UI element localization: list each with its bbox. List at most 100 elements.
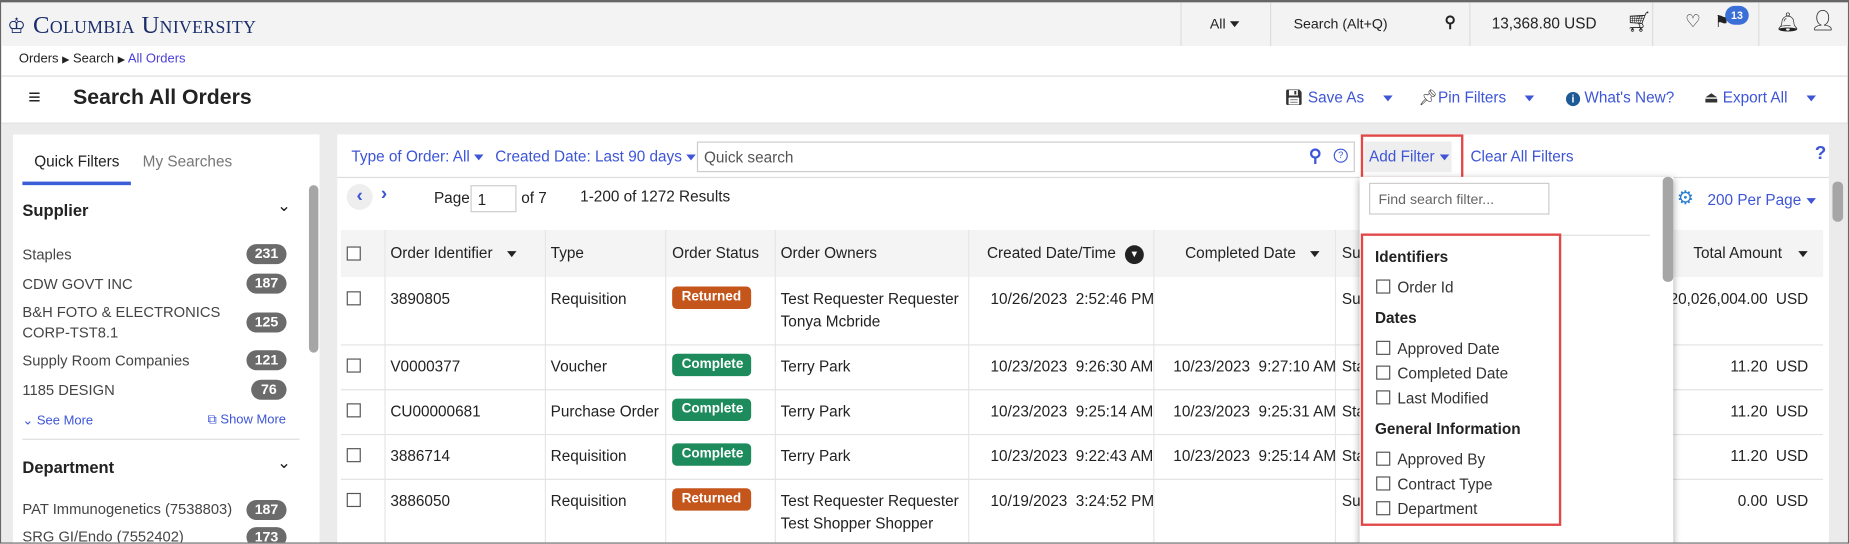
row-checkbox[interactable]	[346, 492, 361, 508]
select-all-checkbox[interactable]	[346, 246, 361, 261]
total-amount: 11.20	[1730, 357, 1768, 375]
row-checkbox[interactable]	[346, 448, 361, 463]
column-total-amount[interactable]: Total Amount	[1693, 230, 1808, 277]
order-owner: Terry Park	[780, 446, 851, 465]
currency: USD	[1775, 446, 1809, 465]
sidebar-item-department[interactable]: SRG GI/Endo (7552402) 173	[22, 527, 287, 543]
column-divider	[774, 229, 776, 543]
tab-my-searches[interactable]: My Searches	[143, 152, 232, 170]
order-identifier-link[interactable]: V0000377	[390, 357, 460, 375]
page-label: Page	[433, 188, 470, 207]
search-icon[interactable]: ⚲	[1445, 13, 1456, 32]
completed-date: 10/23/2023 9:25:31 AM	[1173, 402, 1337, 420]
breadcrumb-all-orders: All Orders	[127, 51, 186, 67]
status-badge: Returned	[672, 286, 752, 309]
status-badge: Returned	[672, 488, 752, 511]
whats-new-link[interactable]: i What's New?	[1565, 88, 1674, 107]
show-more-link[interactable]: ⧉ Show More	[208, 413, 286, 428]
completed-date: 10/23/2023 9:27:10 AM	[1173, 357, 1337, 375]
order-owner: Test Requester Requester	[780, 491, 959, 510]
count-badge: 173	[246, 527, 287, 543]
order-owner: Terry Park	[780, 402, 851, 420]
gear-icon[interactable]: ⚙	[1677, 186, 1694, 210]
column-order-identifier[interactable]: Order Identifier	[390, 230, 517, 277]
breadcrumb-orders[interactable]: Orders	[19, 52, 59, 66]
sidebar-item-supplier[interactable]: B&H FOTO & ELECTRONICS CORP-TST8.1 125	[22, 303, 287, 343]
order-identifier-link[interactable]: 3886714	[390, 447, 450, 465]
currency: USD	[1775, 491, 1809, 510]
type-of-order-filter[interactable]: Type of Order: All	[351, 147, 484, 165]
cart-icon[interactable]: 🛒︎	[1626, 11, 1651, 35]
column-created-date[interactable]: Created Date/Time ▼	[987, 230, 1144, 277]
supplier-name: Su	[1341, 290, 1361, 308]
column-completed-date[interactable]: Completed Date	[1185, 230, 1320, 277]
status-badge: Complete	[672, 353, 752, 377]
order-identifier-link[interactable]: 3890805	[390, 290, 450, 308]
search-scope-dropdown[interactable]: All	[1210, 15, 1240, 32]
department-collapse-chevron-icon[interactable]: ⌄	[277, 453, 291, 473]
sidebar-item-supplier[interactable]: 1185 DESIGN 76	[22, 379, 287, 401]
order-type: Requisition	[550, 290, 627, 308]
sidebar-item-supplier[interactable]: Staples 231	[22, 244, 287, 265]
crown-icon: ♔	[7, 14, 27, 38]
bell-icon[interactable]: 🔔︎	[1776, 11, 1800, 35]
user-icon[interactable]: 👤︎	[1810, 9, 1835, 33]
info-icon: i	[1565, 91, 1581, 107]
sidebar-item-label: CDW GOVT INC	[22, 275, 133, 293]
created-date-filter[interactable]: Created Date: Last 90 days	[495, 147, 697, 165]
quick-filters-panel: Quick Filters My Searches Supplier ⌄ Sta…	[12, 134, 320, 543]
dropdown-scrollbar[interactable]	[1662, 176, 1674, 282]
column-order-status[interactable]: Order Status	[672, 230, 759, 277]
next-page-button[interactable]: ›	[381, 184, 387, 205]
help-circle-icon[interactable]: ?	[1333, 148, 1348, 163]
order-identifier-link[interactable]: 3886050	[390, 492, 450, 510]
columbia-logo[interactable]: ♔ Columbia University	[7, 11, 256, 40]
sort-desc-icon: ▼	[1124, 244, 1144, 264]
help-icon[interactable]: ?	[1815, 144, 1827, 165]
see-more-link[interactable]: ⌄ See More	[22, 413, 93, 428]
sidebar-item-label: B&H FOTO & ELECTRONICS CORP-TST8.1	[22, 304, 221, 341]
sidebar-item-supplier[interactable]: CDW GOVT INC 187	[22, 273, 287, 295]
order-type: Voucher	[550, 357, 607, 375]
row-checkbox[interactable]	[346, 403, 361, 418]
sidebar-item-supplier[interactable]: Supply Room Companies 121	[22, 350, 287, 371]
row-checkbox[interactable]	[346, 291, 361, 306]
export-icon: ⏏	[1703, 88, 1719, 107]
per-page-dropdown[interactable]: 200 Per Page	[1707, 191, 1816, 209]
cart-total[interactable]: 13,368.80 USD	[1492, 14, 1597, 32]
page-number-input[interactable]: 1	[470, 185, 517, 213]
hamburger-menu-icon[interactable]: ≡	[28, 85, 40, 110]
created-date: 10/23/2023 9:25:14 AM	[990, 402, 1154, 420]
filter-options-highlight	[1360, 233, 1562, 526]
sidebar-item-department[interactable]: PAT Immunogenetics (7538803) 187	[22, 499, 287, 521]
tab-quick-filters[interactable]: Quick Filters	[34, 152, 119, 170]
column-supplier[interactable]: Su	[1342, 230, 1361, 277]
previous-page-button[interactable]: ‹	[346, 183, 373, 210]
order-type: Requisition	[550, 491, 627, 510]
column-order-owners[interactable]: Order Owners	[781, 230, 877, 277]
count-badge: 125	[246, 312, 287, 333]
search-icon[interactable]: ⚲	[1309, 145, 1322, 166]
count-badge: 231	[246, 244, 287, 265]
export-all-button[interactable]: ⏏ Export All	[1704, 88, 1816, 107]
pin-filters-button[interactable]: 📌︎Pin Filters	[1419, 88, 1535, 107]
find-search-filter-input[interactable]: Find search filter...	[1369, 182, 1550, 215]
clear-all-filters-link[interactable]: Clear All Filters	[1470, 147, 1573, 165]
order-identifier-link[interactable]: CU00000681	[390, 402, 480, 420]
sidebar-scrollbar[interactable]	[308, 185, 319, 353]
breadcrumb-search[interactable]: Search	[73, 52, 114, 66]
column-type[interactable]: Type	[551, 230, 584, 277]
breadcrumb: Orders ▶ Search ▶ All Orders	[18, 51, 186, 67]
row-checkbox[interactable]	[346, 358, 361, 373]
created-date: 10/23/2023 9:22:43 AM	[990, 446, 1154, 465]
results-count: 1-200 of 1272 Results	[580, 187, 731, 206]
quick-search-input[interactable]: Quick search ⚲ ?	[696, 141, 1355, 173]
created-date: 10/26/2023 2:52:46 PM	[990, 290, 1155, 308]
supplier-collapse-chevron-icon[interactable]: ⌄	[277, 196, 291, 216]
heart-icon[interactable]: ♡	[1685, 11, 1701, 32]
main-scrollbar[interactable]	[1832, 181, 1844, 222]
save-as-button[interactable]: 💾︎ Save As	[1284, 88, 1393, 107]
order-owner: Test Shopper Shopper	[780, 514, 934, 532]
count-badge: 121	[246, 350, 287, 371]
sidebar-item-label: Staples	[22, 246, 72, 263]
